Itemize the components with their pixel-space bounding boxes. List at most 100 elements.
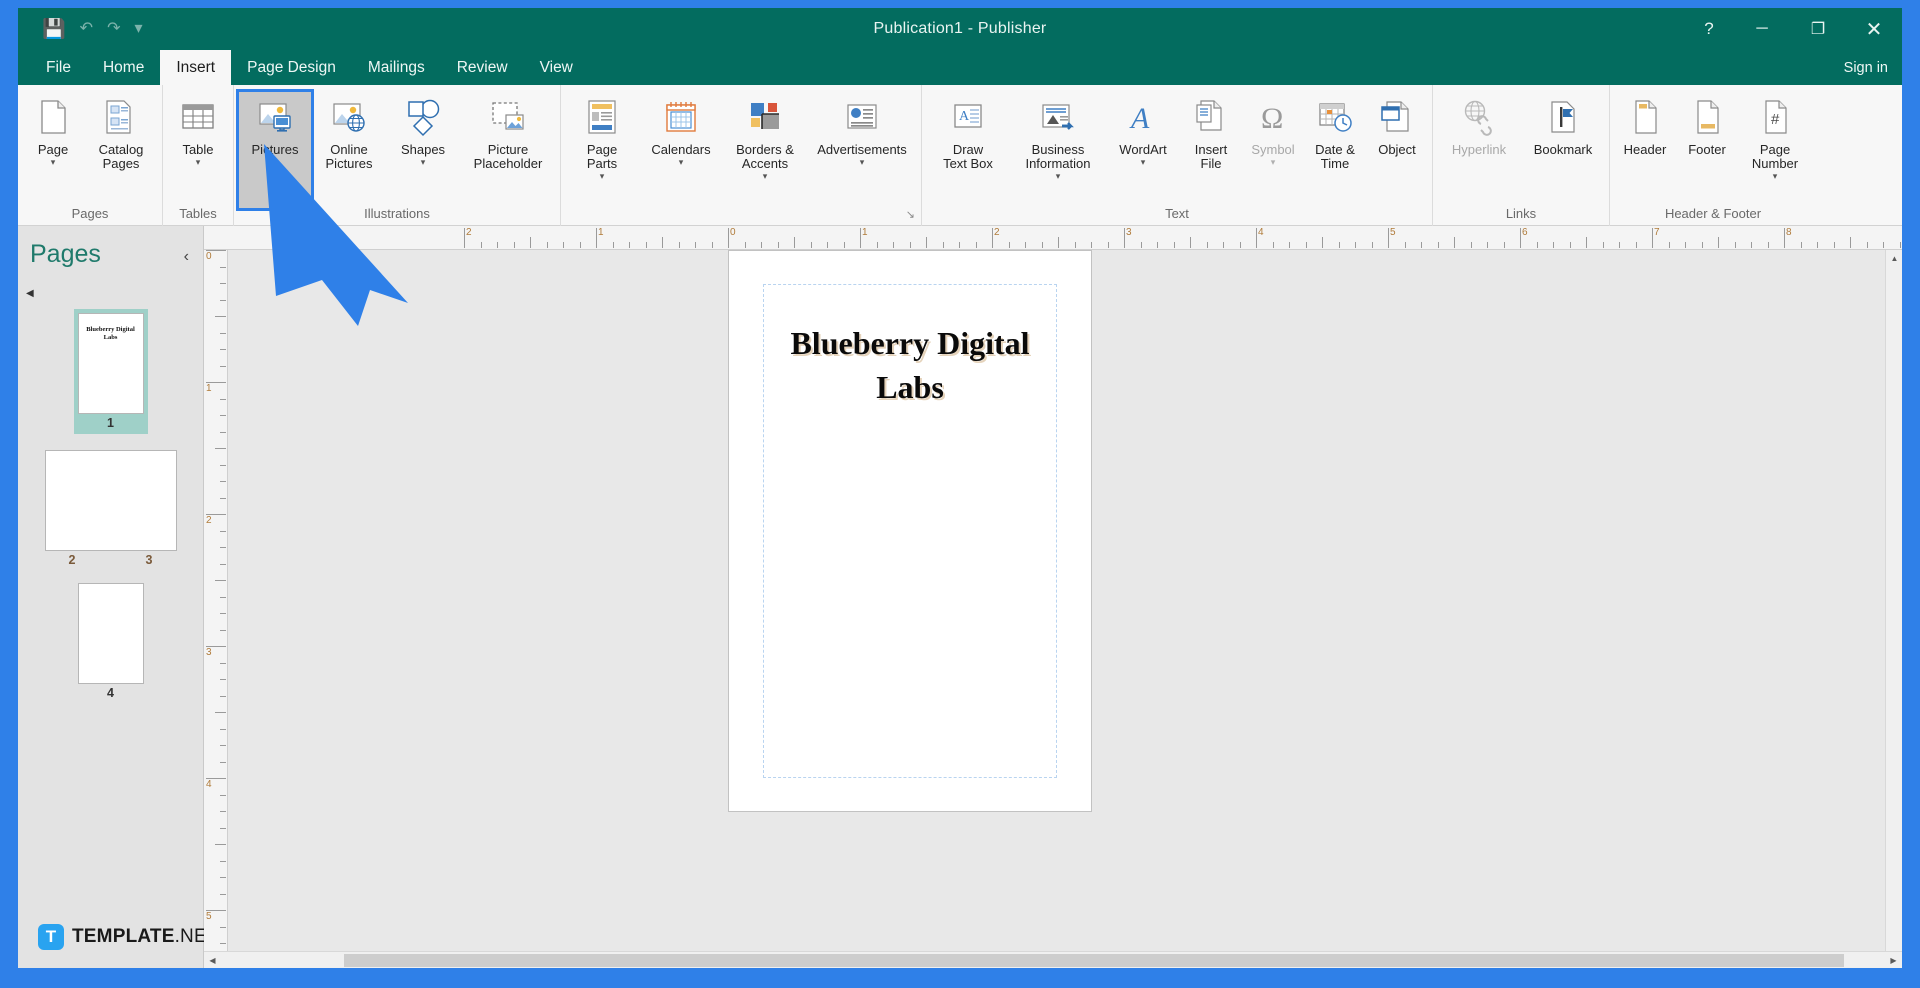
- vertical-ruler[interactable]: 0 1 2 3 4 5: [204, 250, 228, 968]
- ruler-minor-tick-v: [220, 811, 226, 812]
- draw-text-box-button[interactable]: A Draw Text Box: [926, 91, 1010, 171]
- page-button[interactable]: Page ▾: [22, 91, 84, 167]
- calendars-dropdown-caret-icon[interactable]: ▾: [679, 158, 684, 167]
- tab-review[interactable]: Review: [441, 50, 524, 85]
- ruler-minor-tick: [612, 242, 614, 248]
- page-number-dropdown-caret-icon[interactable]: ▾: [1773, 172, 1778, 181]
- table-dropdown-caret-icon[interactable]: ▾: [196, 158, 201, 167]
- svg-text:A: A: [1129, 102, 1150, 135]
- header-button[interactable]: Header: [1614, 91, 1676, 157]
- ruler-label-v: 0: [206, 251, 212, 262]
- ruler-minor-tick: [1751, 242, 1752, 248]
- shapes-icon: [401, 95, 445, 139]
- ruler-minor-tick-v: [220, 877, 226, 878]
- ruler-minor-tick-v: [215, 580, 226, 581]
- wordart-button[interactable]: A WordArt ▾: [1106, 91, 1180, 167]
- online-pictures-button[interactable]: Online Pictures: [312, 91, 386, 171]
- catalog-pages-button[interactable]: Catalog Pages: [84, 91, 158, 171]
- tab-home[interactable]: Home: [87, 50, 160, 85]
- business-information-dropdown-caret-icon[interactable]: ▾: [1056, 172, 1061, 181]
- shapes-dropdown-caret-icon[interactable]: ▾: [421, 158, 426, 167]
- page-parts-icon: [580, 95, 624, 139]
- help-icon[interactable]: ?: [1684, 8, 1734, 50]
- page-parts-dropdown-caret-icon[interactable]: ▾: [600, 172, 605, 181]
- tab-insert[interactable]: Insert: [160, 50, 232, 85]
- ruler-minor-tick-v: [220, 266, 226, 268]
- horizontal-ruler[interactable]: 2 1 0 1 2 3 4 5 6 7 8: [204, 226, 1902, 250]
- page-thumbnail-2-3[interactable]: 2 3: [44, 450, 177, 567]
- minimize-icon[interactable]: ─: [1734, 8, 1790, 50]
- ruler-label-v: 2: [206, 515, 212, 526]
- tab-file[interactable]: File: [30, 50, 87, 85]
- document-page[interactable]: Blueberry Digital Labs: [728, 250, 1092, 812]
- draw-text-box-icon: A: [946, 95, 990, 139]
- ruler-minor-tick: [1437, 242, 1439, 248]
- wordart-dropdown-caret-icon[interactable]: ▾: [1141, 158, 1146, 167]
- ruler-minor-tick: [1190, 237, 1191, 248]
- advertisements-button[interactable]: Advertisements ▾: [807, 91, 917, 167]
- borders-accents-dropdown-caret-icon[interactable]: ▾: [763, 172, 768, 181]
- bookmark-button[interactable]: Bookmark: [1521, 91, 1605, 157]
- ruler-major-tick: [1652, 228, 1653, 248]
- pictures-button[interactable]: Pictures: [236, 89, 314, 211]
- borders-accents-button[interactable]: Borders & Accents ▾: [723, 91, 807, 181]
- wordart-label: WordArt: [1119, 142, 1167, 157]
- ruler-label: 4: [1258, 227, 1264, 238]
- scroll-left-icon[interactable]: ◀: [204, 952, 221, 968]
- picture-placeholder-icon: [486, 95, 530, 139]
- online-pictures-icon: [327, 95, 371, 139]
- advertisements-icon: [840, 95, 884, 139]
- ruler-minor-tick-v: [220, 332, 226, 334]
- shapes-label: Shapes: [400, 142, 446, 157]
- ruler-minor-tick: [810, 242, 812, 248]
- ruler-minor-tick-v: [220, 761, 226, 763]
- tab-view[interactable]: View: [524, 50, 589, 85]
- shapes-button[interactable]: Shapes ▾: [386, 91, 460, 167]
- sign-in-link[interactable]: Sign in: [1844, 50, 1888, 85]
- scroll-right-icon[interactable]: ▶: [1885, 952, 1902, 968]
- collapse-pane-icon[interactable]: ‹: [184, 248, 189, 266]
- horizontal-scroll-thumb[interactable]: [344, 954, 1844, 967]
- date-time-button[interactable]: Date & Time: [1304, 91, 1366, 171]
- vertical-scrollbar[interactable]: ▲ ▼: [1885, 250, 1902, 968]
- ruler-minor-tick-v: [220, 431, 226, 433]
- footer-button[interactable]: Footer: [1676, 91, 1738, 157]
- ruler-minor-tick: [1536, 242, 1538, 248]
- page-thumbnail-1[interactable]: Blueberry Digital Labs 1: [73, 309, 148, 434]
- page-parts-button[interactable]: Page Parts ▾: [565, 91, 639, 181]
- page-dropdown-caret-icon[interactable]: ▾: [51, 158, 56, 167]
- ruler-minor-tick: [1355, 242, 1356, 248]
- page-number-button[interactable]: # Page Number ▾: [1738, 91, 1812, 181]
- ruler-minor-tick: [1239, 242, 1241, 248]
- business-information-button[interactable]: Business Information ▾: [1010, 91, 1106, 181]
- insert-file-button[interactable]: Insert File: [1180, 91, 1242, 171]
- ruler-minor-tick: [876, 242, 878, 248]
- ruler-label: 3: [1126, 227, 1132, 238]
- ruler-label: 1: [862, 227, 868, 238]
- ruler-minor-tick: [827, 242, 828, 248]
- dialog-launcher-icon[interactable]: ↘: [906, 207, 915, 224]
- ruler-minor-tick: [1833, 242, 1835, 248]
- calendars-button[interactable]: Calendars ▾: [639, 91, 723, 167]
- restore-icon[interactable]: ❐: [1790, 8, 1846, 50]
- close-icon[interactable]: ✕: [1846, 8, 1902, 50]
- object-button[interactable]: Object: [1366, 91, 1428, 157]
- ruler-minor-tick: [1206, 242, 1208, 248]
- expand-section-icon[interactable]: ◀: [26, 288, 34, 299]
- tab-mailings[interactable]: Mailings: [352, 50, 441, 85]
- horizontal-scrollbar[interactable]: ◀ ▶: [204, 951, 1902, 968]
- advertisements-dropdown-caret-icon[interactable]: ▾: [860, 158, 865, 167]
- table-button[interactable]: Table ▾: [167, 91, 229, 167]
- ruler-minor-tick: [1272, 242, 1274, 248]
- picture-placeholder-button[interactable]: Picture Placeholder: [460, 91, 556, 171]
- picture-placeholder-label: Picture Placeholder: [473, 142, 543, 171]
- tab-page-design[interactable]: Page Design: [231, 50, 352, 85]
- ruler-minor-tick: [1767, 242, 1769, 248]
- symbol-dropdown-caret-icon[interactable]: ▾: [1271, 158, 1276, 167]
- document-title-text[interactable]: Blueberry Digital Labs: [776, 321, 1044, 409]
- scroll-up-icon[interactable]: ▲: [1886, 250, 1902, 267]
- text-box-guide[interactable]: Blueberry Digital Labs: [763, 284, 1057, 778]
- page-thumbnail-4[interactable]: 4: [77, 583, 144, 700]
- ruler-minor-tick: [1421, 242, 1422, 248]
- draw-text-box-label: Draw Text Box: [943, 142, 993, 171]
